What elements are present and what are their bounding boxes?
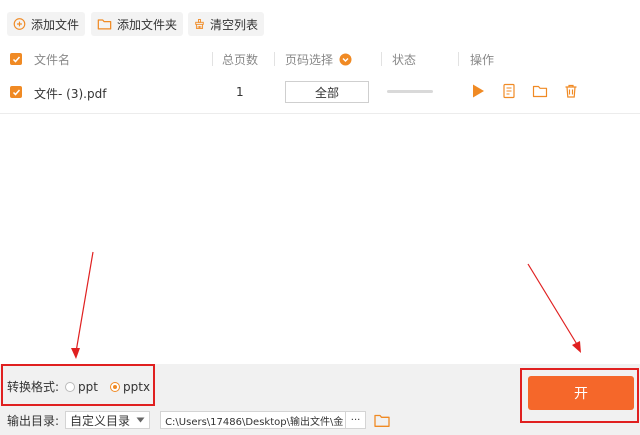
browse-button[interactable]: ··· bbox=[346, 411, 367, 429]
open-folder-icon[interactable] bbox=[374, 413, 390, 428]
chevron-down-icon bbox=[136, 417, 145, 423]
format-highlight-box bbox=[1, 364, 155, 406]
start-highlight-box bbox=[520, 368, 639, 423]
output-path-input[interactable]: C:\Users\17486\Desktop\输出文件\金 bbox=[160, 411, 347, 429]
output-path-text: C:\Users\17486\Desktop\输出文件\金 bbox=[165, 416, 344, 428]
output-label: 输出目录: bbox=[7, 413, 60, 428]
output-dir-mode: 自定义目录 bbox=[70, 413, 131, 428]
output-row: 输出目录: 自定义目录 C:\Users\17486\Desktop\输出文件\… bbox=[7, 410, 390, 430]
output-dir-select[interactable]: 自定义目录 bbox=[65, 411, 151, 429]
browse-button-label: ··· bbox=[350, 414, 361, 426]
